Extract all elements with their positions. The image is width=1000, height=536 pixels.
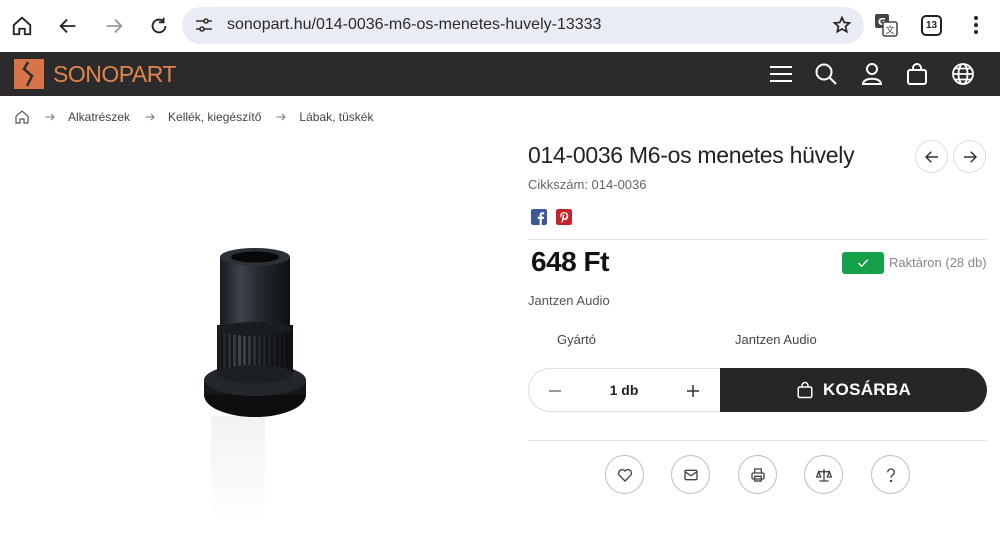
more-icon[interactable] bbox=[966, 13, 986, 37]
divider bbox=[528, 440, 987, 441]
product-title: 014-0036 M6-os menetes hüvely bbox=[528, 142, 855, 168]
spec-value: Jantzen Audio bbox=[735, 332, 817, 347]
prev-product-button[interactable] bbox=[915, 140, 948, 173]
print-button[interactable] bbox=[738, 455, 777, 494]
quantity-decrease-button[interactable] bbox=[543, 379, 567, 403]
heart-icon bbox=[617, 468, 632, 482]
forward-icon[interactable] bbox=[98, 10, 130, 42]
mail-icon bbox=[683, 469, 698, 480]
site-settings-icon[interactable] bbox=[194, 15, 214, 35]
quantity-stepper: 1 db bbox=[528, 368, 720, 412]
question-icon bbox=[886, 467, 895, 482]
divider bbox=[528, 239, 987, 240]
tabs-icon[interactable]: 13 bbox=[921, 15, 942, 36]
product-brand[interactable]: Jantzen Audio bbox=[528, 293, 610, 308]
reload-icon[interactable] bbox=[143, 10, 175, 42]
bag-icon bbox=[797, 381, 813, 399]
site-header: SONOPART bbox=[0, 52, 1000, 96]
back-icon[interactable] bbox=[52, 10, 84, 42]
user-icon[interactable] bbox=[860, 62, 884, 86]
home-icon[interactable] bbox=[14, 109, 30, 125]
compare-button[interactable] bbox=[804, 455, 843, 494]
arrow-left-icon bbox=[924, 150, 938, 163]
address-bar[interactable]: sonopart.hu/014-0036-m6-os-menetes-huvel… bbox=[182, 7, 864, 44]
arrow-right-icon bbox=[276, 113, 287, 121]
question-button[interactable] bbox=[871, 455, 910, 494]
breadcrumb-item[interactable]: Kellék, kiegészítő bbox=[168, 110, 261, 124]
check-icon bbox=[857, 259, 869, 268]
minus-icon bbox=[549, 390, 561, 392]
breadcrumb-item[interactable]: Alkatrészek bbox=[68, 110, 130, 124]
logo-text: SONOPART bbox=[53, 60, 176, 87]
search-icon[interactable] bbox=[814, 62, 838, 86]
arrow-right-icon bbox=[45, 113, 55, 121]
add-to-cart-button[interactable]: KOSÁRBA bbox=[720, 368, 987, 412]
product-price: 648 Ft bbox=[531, 246, 609, 277]
spec-label: Gyártó bbox=[557, 332, 597, 347]
home-icon[interactable] bbox=[6, 10, 38, 42]
compare-icon bbox=[815, 468, 832, 482]
breadcrumb: Alkatrészek Kellék, kiegészítő Lábak, tü… bbox=[14, 109, 387, 125]
svg-text:文: 文 bbox=[885, 24, 894, 36]
next-product-button[interactable] bbox=[953, 140, 986, 173]
breadcrumb-item[interactable]: Lábak, tüskék bbox=[299, 110, 373, 124]
quantity-input[interactable]: 1 db bbox=[589, 382, 659, 398]
browser-toolbar: sonopart.hu/014-0036-m6-os-menetes-huvel… bbox=[0, 0, 1000, 52]
url-text[interactable]: sonopart.hu/014-0036-m6-os-menetes-huvel… bbox=[227, 16, 601, 34]
cart-icon[interactable] bbox=[905, 62, 929, 86]
stock-status: Raktáron (28 db) bbox=[889, 255, 987, 270]
email-button[interactable] bbox=[671, 455, 710, 494]
arrow-right-icon bbox=[963, 150, 977, 163]
add-to-cart-label: KOSÁRBA bbox=[822, 380, 912, 399]
arrow-right-icon bbox=[145, 113, 155, 121]
logo-mark-icon bbox=[14, 59, 44, 89]
product-image[interactable] bbox=[195, 240, 320, 525]
wishlist-button[interactable] bbox=[605, 455, 644, 494]
logo[interactable]: SONOPART bbox=[14, 59, 176, 89]
menu-icon[interactable] bbox=[769, 62, 793, 86]
quantity-increase-button[interactable] bbox=[681, 379, 705, 403]
print-icon bbox=[750, 467, 765, 482]
star-icon[interactable] bbox=[832, 15, 852, 35]
tab-count: 13 bbox=[925, 20, 938, 31]
globe-icon[interactable] bbox=[951, 62, 975, 86]
stock-badge bbox=[842, 252, 884, 274]
facebook-icon[interactable] bbox=[531, 209, 547, 225]
translate-icon[interactable]: G文 bbox=[874, 13, 898, 37]
product-sku: Cikkszám: 014-0036 bbox=[528, 177, 647, 192]
plus-icon bbox=[687, 385, 699, 397]
pinterest-icon[interactable] bbox=[556, 209, 572, 225]
